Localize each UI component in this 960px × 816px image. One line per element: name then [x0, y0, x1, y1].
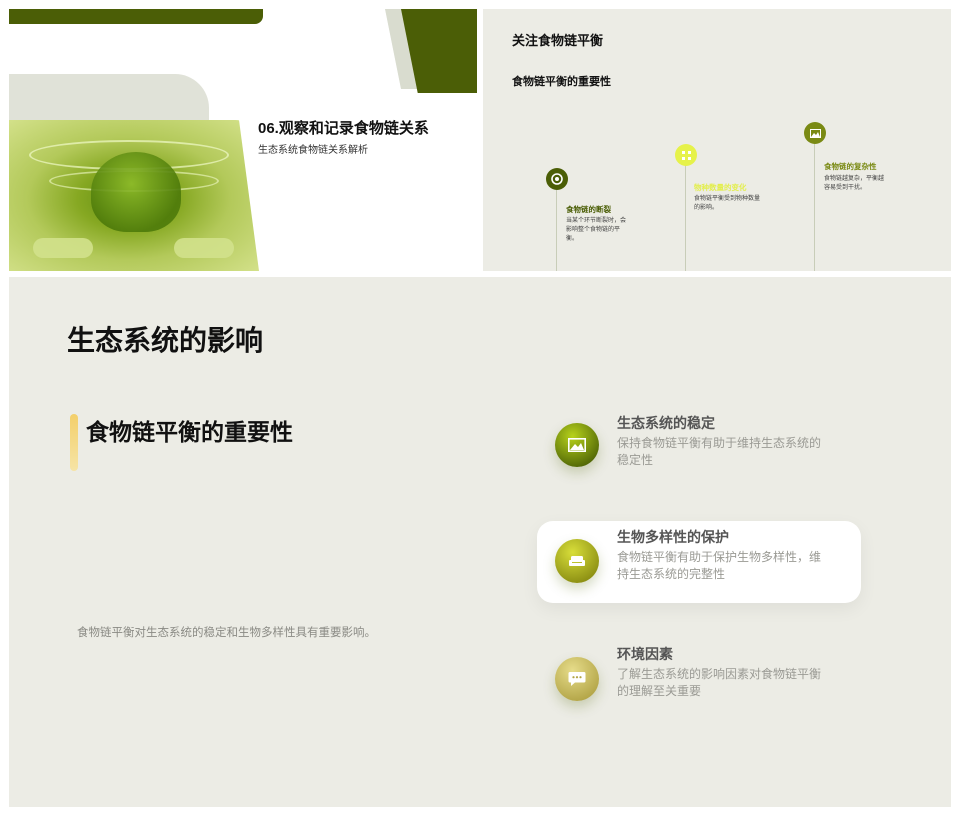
top-bar-decoration: [9, 9, 263, 24]
image-bench-detail: [174, 238, 234, 258]
timeline-item-desc: 食物链越复杂，平衡越容易受到干扰。: [824, 176, 885, 191]
slide-title: 生态系统的影响: [67, 325, 264, 356]
accent-bar: [70, 414, 78, 471]
chat-icon: [555, 657, 599, 701]
feature-desc: 了解生态系统的影响因素对食物链平衡的理解至关重要: [617, 667, 822, 698]
feature-title: 生态系统的稳定: [617, 415, 715, 431]
slide-impact[interactable]: 生态系统的影响 食物链平衡的重要性 食物链平衡对生态系统的稳定和生物多样性具有重…: [9, 277, 951, 807]
timeline-item-desc: 当某个环节断裂时，会影响整个食物链的平衡。: [566, 218, 627, 242]
timeline-item-title: 食物链的断裂: [566, 205, 611, 214]
image-tree-detail: [91, 152, 181, 232]
timeline-line: [814, 143, 815, 271]
feature-title: 生物多样性的保护: [617, 529, 729, 545]
feature-desc: 食物链平衡有助于保护生物多样性，维持生态系统的完整性: [617, 550, 822, 581]
timeline-line: [685, 165, 686, 271]
timeline-line: [556, 189, 557, 271]
timeline-item-desc: 食物链平衡受到物种数量的影响。: [694, 196, 761, 211]
slide-heading: 关注食物链平衡: [512, 33, 604, 48]
image-icon: [804, 122, 826, 144]
cover-title: 06.观察和记录食物链关系: [258, 120, 429, 137]
target-icon: [546, 168, 568, 190]
grid-icon: [675, 144, 697, 166]
timeline-item-title: 物种数量的变化: [694, 183, 747, 192]
feature-desc: 保持食物链平衡有助于维持生态系统的稳定性: [617, 436, 822, 467]
sofa-icon: [555, 539, 599, 583]
image-icon: [555, 423, 599, 467]
section-title: 食物链平衡的重要性: [86, 419, 293, 445]
summary-text: 食物链平衡对生态系统的稳定和生物多样性具有重要影响。: [77, 627, 376, 639]
timeline-item-title: 食物链的复杂性: [824, 162, 877, 171]
feature-title: 环境因素: [617, 646, 673, 662]
eco-building-image: [9, 120, 259, 271]
image-bench-detail: [33, 238, 93, 258]
cover-subtitle: 生态系统食物链关系解析: [258, 145, 368, 156]
slide-subheading: 食物链平衡的重要性: [512, 76, 611, 88]
slide-cover[interactable]: 06.观察和记录食物链关系 生态系统食物链关系解析: [9, 9, 477, 271]
slide-timeline[interactable]: 关注食物链平衡 食物链平衡的重要性 食物链的断裂 当某个环节断裂时，会影响整个食…: [483, 9, 951, 271]
